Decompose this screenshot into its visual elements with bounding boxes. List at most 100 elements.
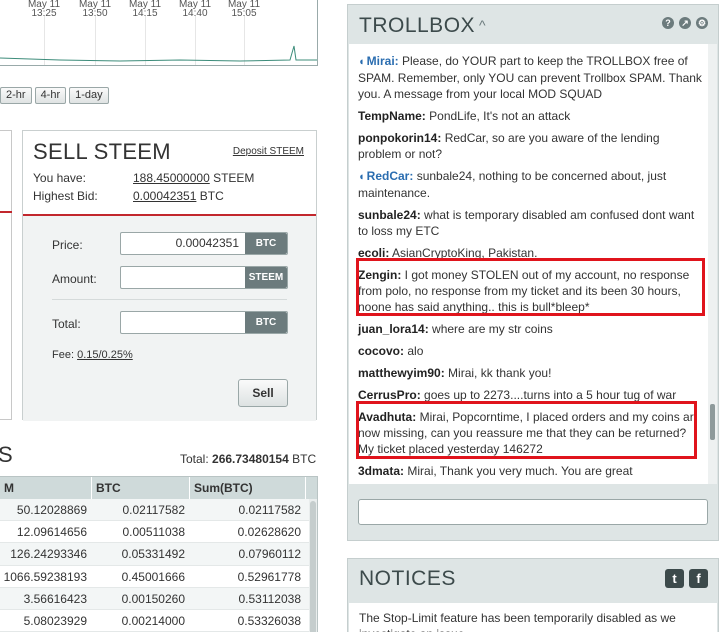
collapse-caret-icon[interactable]: ^ — [479, 17, 486, 33]
table-cell: 0.02117582 — [122, 503, 185, 517]
notice-text: The Stop-Limit feature has been temporar… — [349, 603, 717, 632]
highest-bid-unit: BTC — [199, 189, 224, 203]
sell-panel: SELL STEEM Deposit STEEM You have: 188.4… — [22, 130, 317, 421]
column-btc[interactable]: BTC — [92, 477, 190, 499]
price-input[interactable]: 0.00042351 BTC — [120, 232, 288, 255]
chat-message: ponpokorin14: RedCar, so are you aware o… — [358, 130, 704, 162]
table-cell: 1066.59238193 — [3, 569, 87, 584]
table-header: M BTC Sum(BTC) — [0, 477, 317, 499]
orders-total-value: 266.73480154 — [212, 452, 289, 466]
you-have-unit: STEEM — [213, 171, 255, 185]
amount-input[interactable]: STEEM — [120, 266, 288, 289]
chat-text: alo — [407, 344, 424, 358]
table-cell: 0.45001666 — [121, 569, 185, 584]
orders-total: Total: 266.73480154 BTC — [180, 452, 317, 466]
column-sum-btc[interactable]: Sum(BTC) — [190, 477, 306, 499]
sell-orders-table: M BTC Sum(BTC) 50.12028869 0.02117582 0.02… — [0, 476, 318, 632]
chat-text: goes up to 2273....turns into a 5 hour t… — [424, 388, 677, 402]
price-label: Price: — [52, 238, 83, 252]
chat-text: where are my str coins — [432, 322, 553, 336]
zoom-4hr-button[interactable]: 4-hr — [34, 87, 67, 104]
orders-heading: S — [0, 442, 13, 467]
notices-title: NOTICES — [359, 567, 456, 590]
chat-username[interactable]: TempName: — [358, 109, 426, 123]
table-row[interactable]: 3.56616423 0.00150260 0.53112038 — [0, 587, 317, 610]
price-unit: BTC — [245, 233, 287, 254]
table-row[interactable]: 5.08023929 0.00214000 0.53326038 — [0, 610, 317, 632]
trollbox-chat-input[interactable] — [358, 499, 708, 525]
amount-value — [121, 267, 245, 288]
highlight-box-zengin — [356, 258, 705, 316]
buy-panel-fragment — [0, 130, 12, 420]
price-chart[interactable]: May 11 13:25 May 11 13:50 May 11 14:15 May … — [0, 0, 318, 66]
fee-label: Fee: — [52, 349, 75, 361]
table-row[interactable]: 126.24293346 0.05331492 0.07960112 — [0, 543, 317, 566]
table-cell: 0.02117582 — [238, 503, 301, 517]
chat-username[interactable]: Mirai: — [367, 54, 399, 68]
chat-message: 3dmata: Mirai, Thank you very much. You … — [358, 463, 704, 479]
table-cell: 3.56616423 — [23, 591, 87, 606]
chat-message: ◖ RedCar: sunbale24, nothing to be concer… — [358, 168, 704, 201]
chart-volume-line — [0, 45, 317, 62]
highest-bid-value[interactable]: 0.00042351 — [133, 189, 196, 203]
popout-icon[interactable]: ↗ — [679, 17, 691, 29]
table-cell: 0.02628620 — [237, 525, 301, 540]
orders-scrollbar[interactable] — [309, 499, 317, 632]
chat-message: matthewyim90: Mirai, kk thank you! — [358, 365, 704, 381]
table-cell: 0.00150260 — [121, 591, 185, 606]
help-icon[interactable]: ? — [662, 17, 674, 29]
chat-username[interactable]: ponpokorin14: — [358, 131, 441, 145]
table-cell: 0.07960112 — [238, 547, 301, 562]
amount-label: Amount: — [52, 272, 97, 286]
total-value — [121, 312, 245, 333]
chat-username[interactable]: sunbale24: — [358, 208, 421, 222]
chat-message: TempName: PondLife, It's not an attack — [358, 108, 704, 124]
highlight-box-avadhuta — [356, 401, 697, 459]
chat-message: sunbale24: what is temporary disabled am… — [358, 207, 704, 239]
total-input[interactable]: BTC — [120, 311, 288, 334]
table-cell: 0.53326038 — [237, 613, 301, 628]
chat-message: juan_lora14: where are my str coins — [358, 321, 704, 337]
table-row[interactable]: 12.09614656 0.00511038 0.02628620 — [0, 521, 317, 544]
chat-username[interactable]: CerrusPro: — [358, 388, 421, 402]
zoom-1day-button[interactable]: 1-day — [69, 87, 109, 104]
table-cell: 0.00511038 — [122, 525, 185, 540]
chat-text: PondLife, It's not an attack — [429, 109, 571, 123]
table-cell: 126.24293346 — [10, 547, 87, 562]
fee-link[interactable]: 0.15/0.25% — [77, 349, 133, 361]
sell-button[interactable]: Sell — [238, 379, 288, 407]
chat-text: Mirai, Thank you very much. You are grea… — [407, 464, 633, 478]
you-have-label: You have: — [33, 171, 86, 185]
chat-message: ◖ Mirai: Please, do YOUR part to keep the… — [358, 53, 704, 102]
mod-shield-icon: ◖ — [358, 56, 365, 68]
amount-unit: STEEM — [245, 267, 287, 288]
chat-username[interactable]: juan_lora14: — [358, 322, 429, 336]
chat-username[interactable]: matthewyim90: — [358, 366, 445, 380]
notices-panel: NOTICES t f The Stop-Limit feature has b… — [347, 558, 719, 632]
twitter-icon[interactable]: t — [665, 569, 684, 588]
column-amount[interactable]: M — [0, 477, 92, 499]
you-have-value[interactable]: 188.45000000 — [133, 171, 210, 185]
facebook-icon[interactable]: f — [689, 569, 708, 588]
chat-text: Mirai, kk thank you! — [448, 366, 552, 380]
settings-gear-icon[interactable]: ⚙ — [696, 17, 708, 29]
chat-message: cocovo: alo — [358, 343, 704, 359]
deposit-link[interactable]: Deposit STEEM — [233, 146, 304, 157]
total-label: Total: — [52, 317, 81, 331]
chat-username[interactable]: 3dmata: — [358, 464, 404, 478]
chat-username[interactable]: RedCar: — [367, 169, 414, 183]
trollbox-panel: TROLLBOX ^ ? ↗ ⚙ ◖ Mirai: Please, do YOUR… — [347, 4, 719, 541]
table-cell: 0.52961778 — [237, 569, 301, 584]
trollbox-scrollbar[interactable] — [708, 44, 717, 484]
chat-text: Please, do YOUR part to keep the TROLLBO… — [358, 54, 702, 101]
total-unit: BTC — [245, 312, 287, 333]
zoom-2hr-button[interactable]: 2-hr — [0, 87, 32, 104]
zoom-controls: 2-hr 4-hr 1-day — [0, 87, 112, 104]
table-row[interactable]: 50.12028869 0.02117582 0.02117582 — [0, 499, 317, 522]
table-row[interactable]: 1066.59238193 0.45001666 0.52961778 — [0, 566, 317, 588]
table-cell: 50.12028869 — [16, 503, 87, 517]
table-cell: 0.53112038 — [238, 591, 301, 606]
chat-username[interactable]: cocovo: — [358, 344, 404, 358]
chart-time-axis: May 11 13:25 May 11 13:50 May 11 14:15 May … — [0, 0, 317, 19]
table-cell: 0.00214000 — [121, 613, 185, 628]
